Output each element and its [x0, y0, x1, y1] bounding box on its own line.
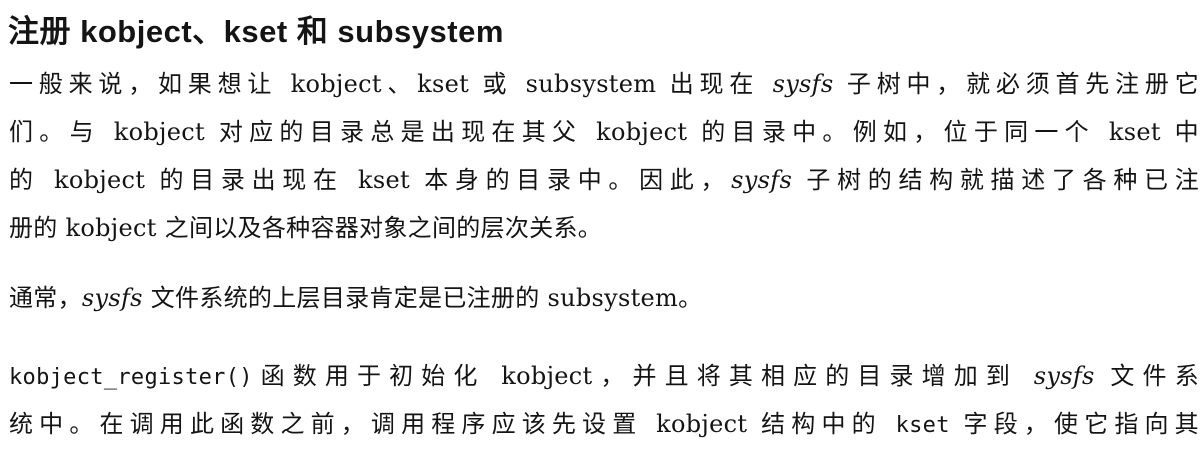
section-heading: 注册 kobject、kset 和 subsystem — [8, 14, 504, 49]
sysfs-term: sysfs — [731, 166, 793, 194]
paragraph1-line4: 册的 kobject 之间以及各种容器对象之间的层次关系。 — [9, 214, 603, 242]
text-run: 字段，使它指向其 — [949, 410, 1199, 438]
text-run: 子树的结构就描述了各种已注 — [792, 166, 1199, 194]
paragraph1-line3: 的 kobject 的目录出现在 kset 本身的目录中。因此，sysfs 子树… — [9, 164, 1199, 196]
paragraph3-line1: kobject_register()函数用于初始化 kobject，并且将其相应… — [9, 360, 1199, 394]
kset-field-code: kset — [895, 413, 950, 438]
text-run: 通常， — [9, 284, 82, 312]
text-run: 函数用于初始化 kobject，并且将其相应的目录增加到 — [252, 362, 1034, 390]
function-name-code: kobject_register() — [9, 365, 253, 390]
paragraph1-line1: 一般来说，如果想让 kobject、kset 或 subsystem 出现在 s… — [9, 68, 1199, 100]
sysfs-term: sysfs — [1033, 362, 1095, 390]
paragraph1-line2: 们。与 kobject 对应的目录总是出现在其父 kobject 的目录中。例如… — [9, 118, 1199, 146]
text-run: 文件系 — [1094, 362, 1199, 390]
text-run: 统中。在调用此函数之前，调用程序应该先设置 kobject 结构中的 — [9, 410, 896, 438]
text-run: 子树中，就必须首先注册它 — [833, 70, 1199, 98]
paragraph2-line1: 通常，sysfs 文件系统的上层目录肯定是已注册的 subsystem。 — [9, 282, 702, 314]
text-run: 文件系统的上层目录肯定是已注册的 subsystem。 — [142, 284, 703, 312]
text-run: 一般来说，如果想让 kobject、kset 或 subsystem 出现在 — [9, 70, 773, 98]
text-run: 的 kobject 的目录出现在 kset 本身的目录中。因此， — [9, 166, 732, 194]
paragraph3-line2: 统中。在调用此函数之前，调用程序应该先设置 kobject 结构中的 kset … — [9, 408, 1199, 442]
document-page: 注册 kobject、kset 和 subsystem 一般来说，如果想让 ko… — [0, 0, 1204, 452]
sysfs-term: sysfs — [81, 284, 143, 312]
sysfs-term: sysfs — [772, 70, 834, 98]
